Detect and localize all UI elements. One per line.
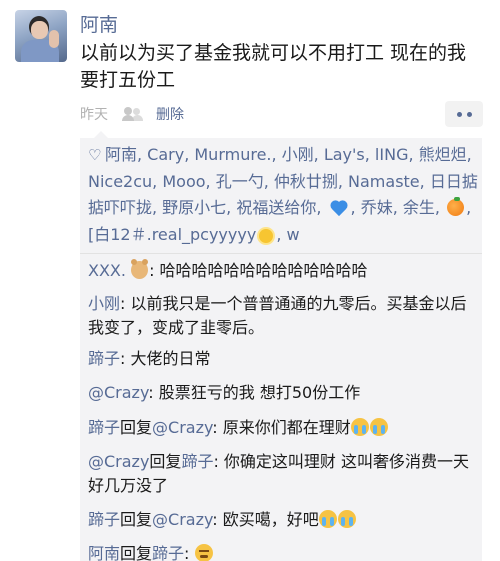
orange-icon [447,197,465,216]
more-dots-icon [456,111,462,117]
reply-target[interactable]: 蹄子 [181,452,213,471]
comment-text: : [184,544,195,561]
comment[interactable]: 蹄子回复@Crazy: 原来你们都在理财 [88,416,478,440]
likes-divider [80,253,482,254]
avatar-face [31,21,48,39]
reply-target[interactable]: @Crazy [152,418,212,437]
comment[interactable]: 阿南回复蹄子: [88,542,478,561]
bear-icon [131,259,149,279]
comment[interactable]: 蹄子回复@Crazy: 欧买噶，好吧 [88,508,478,532]
sun-icon [259,228,274,243]
likes-list: ♡ 阿南, Cary, Murmure., 小刚, Lay's, lING, 熊炟… [88,142,478,248]
comment-author[interactable]: 蹄子 [88,349,120,368]
reply-word: 回复 [149,452,182,471]
likes-names-2[interactable]: , 乔妹, 余生, [351,198,446,217]
comment-author[interactable]: 小刚 [88,294,120,313]
comment-text: : 哈哈哈哈哈哈哈哈哈哈哈哈哈 [149,261,368,280]
comment-text: : 原来你们都在理财 [212,418,351,437]
like-heart-icon: ♡ [88,146,102,164]
avatar[interactable] [15,10,67,62]
crying-icon [337,510,356,528]
post-content: 以前以为买了基金我就可以不用打工 现在的我要打五份工 [80,42,467,91]
comment[interactable]: @Crazy回复蹄子: 你确定这叫理财 这叫奢侈消费一天好几万没了 [88,450,478,498]
comment-author[interactable]: 阿南 [88,544,120,561]
friends-visibility-icon[interactable] [122,107,144,121]
blue-heart-icon [329,200,349,216]
comment[interactable]: 小刚: 以前我只是一个普普通通的九零后。买基金以后我变了，变成了韭零后。 [88,292,478,340]
comment-author[interactable]: XXX. [88,261,126,280]
comment-text: : 大佬的日常 [120,349,211,368]
reply-word: 回复 [120,418,153,437]
reply-word: 回复 [120,544,153,561]
more-button[interactable] [445,101,483,127]
comment-author[interactable]: 蹄子 [88,418,120,437]
comment-text: : 欧买噶，好吧 [212,510,319,529]
interaction-panel: ♡ 阿南, Cary, Murmure., 小刚, Lay's, lING, 熊炟… [80,131,482,561]
delete-button[interactable]: 删除 [156,104,184,124]
comment[interactable]: XXX. : 哈哈哈哈哈哈哈哈哈哈哈哈哈 [88,259,478,283]
comment-text: : 股票狂亏的我 想打50份工作 [148,383,361,402]
comment[interactable]: @Crazy: 股票狂亏的我 想打50份工作 [88,381,478,405]
likes-names-4[interactable]: , w [276,225,299,244]
post-time: 昨天 [80,107,108,123]
moments-post: 阿南 以前以为买了基金我就可以不用打工 现在的我要打五份工 昨天 删除 ♡ 阿南,… [0,0,500,561]
crying-icon [350,418,369,436]
reply-word: 回复 [120,510,153,529]
comment-author[interactable]: @Crazy [88,452,149,471]
comment-text: : 以前我只是一个普普通通的九零后。买基金以后我变了，变成了韭零后。 [88,294,467,337]
crying-icon [318,510,337,528]
comment[interactable]: 蹄子: 大佬的日常 [88,347,478,371]
more-dot [466,111,472,117]
author-name[interactable]: 阿南 [80,10,118,37]
angry-face-icon [194,544,213,561]
comment-author[interactable]: @Crazy [88,383,148,402]
reply-target[interactable]: 蹄子 [152,544,184,561]
avatar-arm [49,30,59,48]
comment-author[interactable]: 蹄子 [88,510,120,529]
crying-icon [369,418,388,436]
post-meta: 昨天 删除 [80,104,184,124]
reply-target[interactable]: @Crazy [152,510,212,529]
